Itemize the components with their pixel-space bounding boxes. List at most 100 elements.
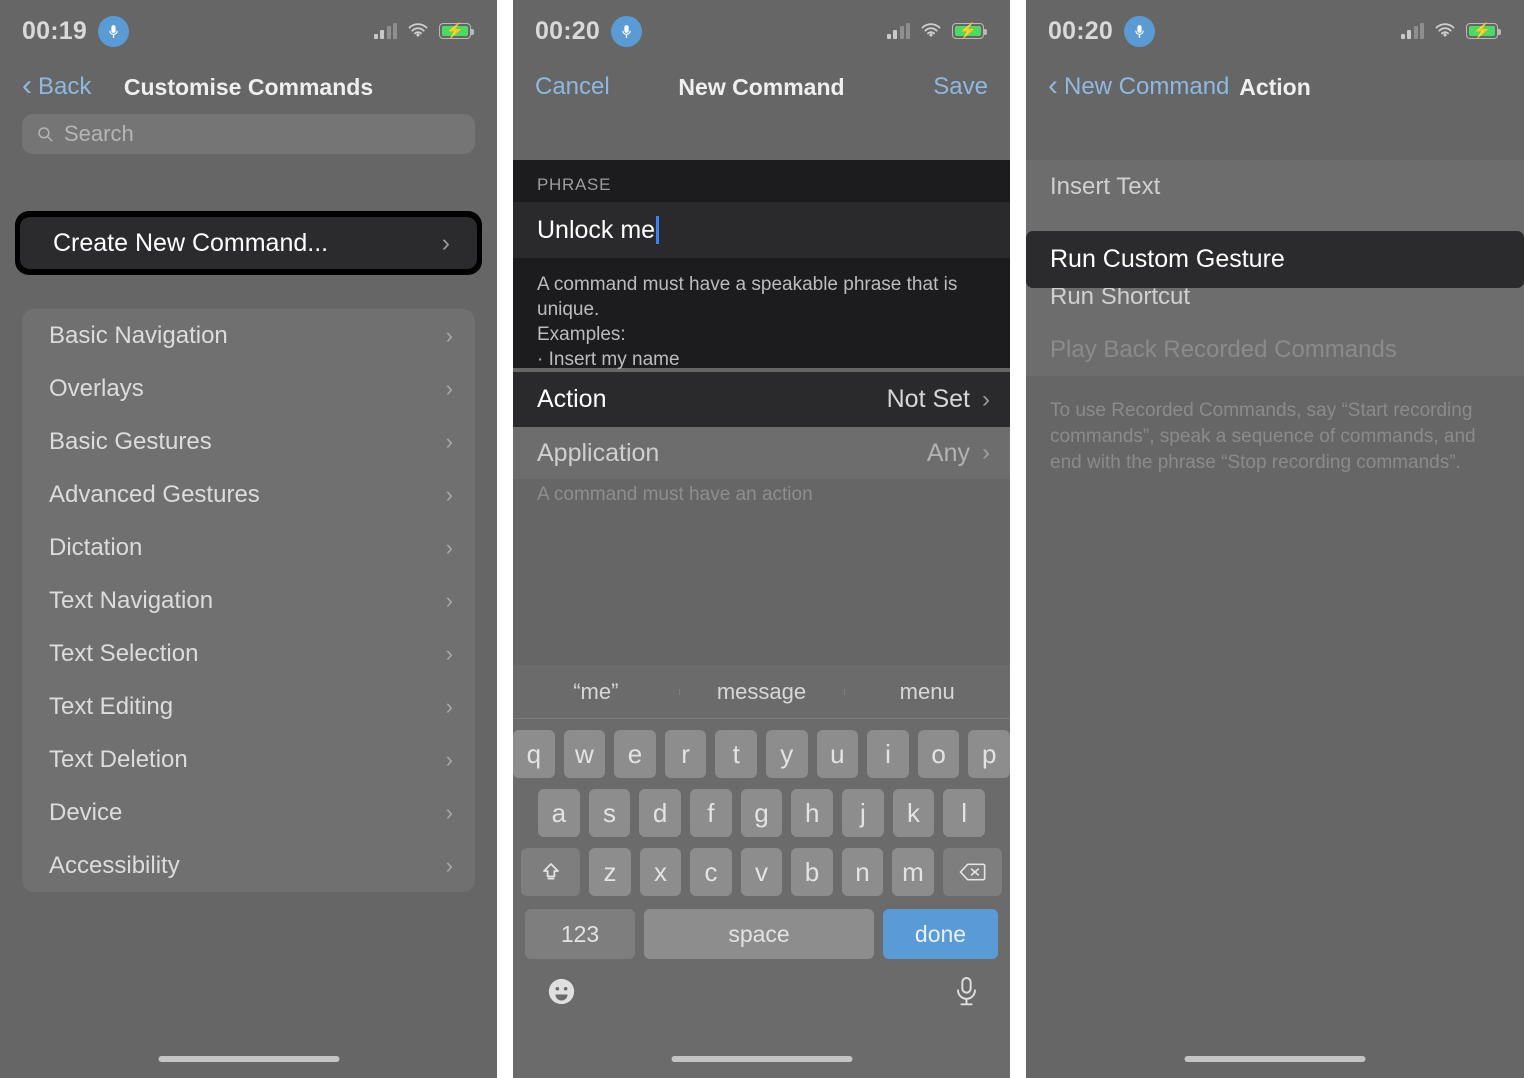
chevron-right-icon: ›: [445, 587, 453, 613]
space-key[interactable]: space: [644, 909, 874, 959]
prediction-item[interactable]: menu: [844, 679, 1010, 705]
shift-arrow-icon[interactable]: [520, 848, 581, 896]
back-button[interactable]: ‹ Back: [22, 70, 92, 101]
create-new-command-row[interactable]: Create New Command... ›: [20, 217, 477, 269]
back-button[interactable]: ‹ New Command: [1048, 70, 1229, 101]
list-item[interactable]: Device ›: [22, 786, 475, 839]
status-time: 00:20: [1048, 16, 1113, 45]
cancel-button[interactable]: Cancel: [535, 73, 610, 101]
home-indicator: [158, 1056, 339, 1062]
key-m[interactable]: m: [892, 848, 934, 896]
key-d[interactable]: d: [639, 789, 681, 837]
emoji-smiley-icon[interactable]: [545, 975, 578, 1013]
cellular-signal-icon: [1400, 23, 1424, 39]
action-option-label: Play Back Recorded Commands: [1050, 335, 1397, 363]
search-placeholder: Search: [64, 121, 134, 146]
chevron-right-icon: ›: [445, 852, 453, 878]
list-item[interactable]: Text Deletion ›: [22, 733, 475, 786]
key-n[interactable]: n: [841, 848, 884, 896]
list-item-label: Advanced Gestures: [49, 480, 260, 508]
list-item[interactable]: Accessibility ›: [22, 839, 475, 892]
wifi-icon: [1435, 23, 1455, 37]
create-new-command-highlight: Create New Command... ›: [15, 211, 482, 275]
key-t[interactable]: t: [715, 730, 757, 778]
back-button-label: Back: [38, 73, 92, 100]
phrase-help-line-1: A command must have a speakable phrase t…: [537, 274, 958, 320]
key-g[interactable]: g: [740, 789, 783, 837]
key-o[interactable]: o: [917, 730, 960, 778]
search-container: Search: [22, 114, 475, 154]
action-option-run-custom-gesture[interactable]: Run Custom Gesture: [1026, 231, 1524, 288]
dictation-microphone-icon[interactable]: [953, 975, 980, 1013]
action-option-play-back-recorded-commands[interactable]: Play Back Recorded Commands: [1026, 323, 1524, 376]
key-q[interactable]: q: [513, 730, 555, 778]
list-item[interactable]: Basic Gestures ›: [22, 415, 475, 468]
list-item[interactable]: Advanced Gestures ›: [22, 468, 475, 521]
status-bar-right: ⚡: [886, 23, 987, 39]
status-bar: 00:20 ⚡: [513, 0, 1010, 62]
list-item-label: Dictation: [49, 533, 143, 561]
action-option-insert-text[interactable]: Insert Text: [1026, 160, 1524, 213]
key-s[interactable]: s: [588, 789, 631, 837]
keyboard-row-2: a s d f g h j k l: [513, 789, 1010, 837]
key-u[interactable]: u: [816, 730, 859, 778]
key-v[interactable]: v: [740, 848, 783, 896]
list-item-label: Text Navigation: [49, 586, 214, 614]
status-bar-left: 00:19: [22, 15, 129, 47]
status-time: 00:19: [22, 16, 87, 45]
prediction-item[interactable]: message: [678, 679, 845, 705]
microphone-icon: [1123, 15, 1155, 47]
panel-separator: [497, 0, 513, 1078]
key-y[interactable]: y: [766, 730, 808, 778]
key-z[interactable]: z: [589, 848, 631, 896]
list-item[interactable]: Text Navigation ›: [22, 574, 475, 627]
key-x[interactable]: x: [639, 848, 682, 896]
search-icon: [38, 127, 53, 142]
key-e[interactable]: e: [614, 730, 656, 778]
prediction-item[interactable]: “me”: [513, 679, 679, 705]
list-item[interactable]: Text Selection ›: [22, 627, 475, 680]
list-item[interactable]: Text Editing ›: [22, 680, 475, 733]
key-a[interactable]: a: [537, 789, 580, 837]
list-item[interactable]: Overlays ›: [22, 362, 475, 415]
navigation-bar: Cancel New Command Save: [513, 62, 1010, 112]
status-bar: 00:19 ⚡: [0, 0, 497, 62]
list-item[interactable]: Dictation ›: [22, 521, 475, 574]
search-input[interactable]: Search: [22, 114, 475, 154]
home-indicator: [671, 1056, 852, 1062]
key-p[interactable]: p: [968, 730, 1010, 778]
key-f[interactable]: f: [690, 789, 732, 837]
list-item[interactable]: Basic Navigation ›: [22, 309, 475, 362]
application-row[interactable]: Application Any ›: [513, 427, 1010, 479]
phrase-text-field[interactable]: Unlock me: [513, 202, 1010, 258]
key-b[interactable]: b: [791, 848, 833, 896]
wifi-icon: [408, 23, 428, 37]
save-button[interactable]: Save: [933, 73, 988, 101]
keyboard-row-4: 123 space done: [513, 909, 1010, 959]
backspace-icon[interactable]: [942, 848, 1003, 896]
key-j[interactable]: j: [842, 789, 884, 837]
chevron-right-icon: ›: [445, 799, 453, 825]
key-i[interactable]: i: [867, 730, 909, 778]
key-l[interactable]: l: [943, 789, 986, 837]
key-r[interactable]: r: [664, 730, 707, 778]
list-item-label: Text Deletion: [49, 745, 188, 773]
key-c[interactable]: c: [690, 848, 732, 896]
done-key[interactable]: done: [883, 909, 998, 959]
key-h[interactable]: h: [791, 789, 834, 837]
panel-new-command: 00:20 ⚡ Cancel New Command Save PHRASE U…: [513, 0, 1010, 1078]
keyboard-row-1: q w e r t y u i o p: [513, 730, 1010, 778]
chevron-right-icon: ›: [445, 481, 453, 507]
chevron-right-icon: ›: [445, 428, 453, 454]
key-k[interactable]: k: [892, 789, 935, 837]
battery-charging-icon: ⚡: [952, 23, 987, 39]
key-w[interactable]: w: [563, 730, 606, 778]
chevron-right-icon: ›: [441, 228, 450, 257]
numbers-key[interactable]: 123: [525, 909, 635, 959]
panel-separator: [1010, 0, 1026, 1078]
action-row[interactable]: Action Not Set ›: [513, 372, 1010, 427]
chevron-right-icon: ›: [445, 375, 453, 401]
keyboard-bottom-bar: [513, 959, 1010, 1013]
status-bar-left: 00:20: [535, 15, 642, 47]
command-category-list: Basic Navigation › Overlays › Basic Gest…: [22, 309, 475, 892]
